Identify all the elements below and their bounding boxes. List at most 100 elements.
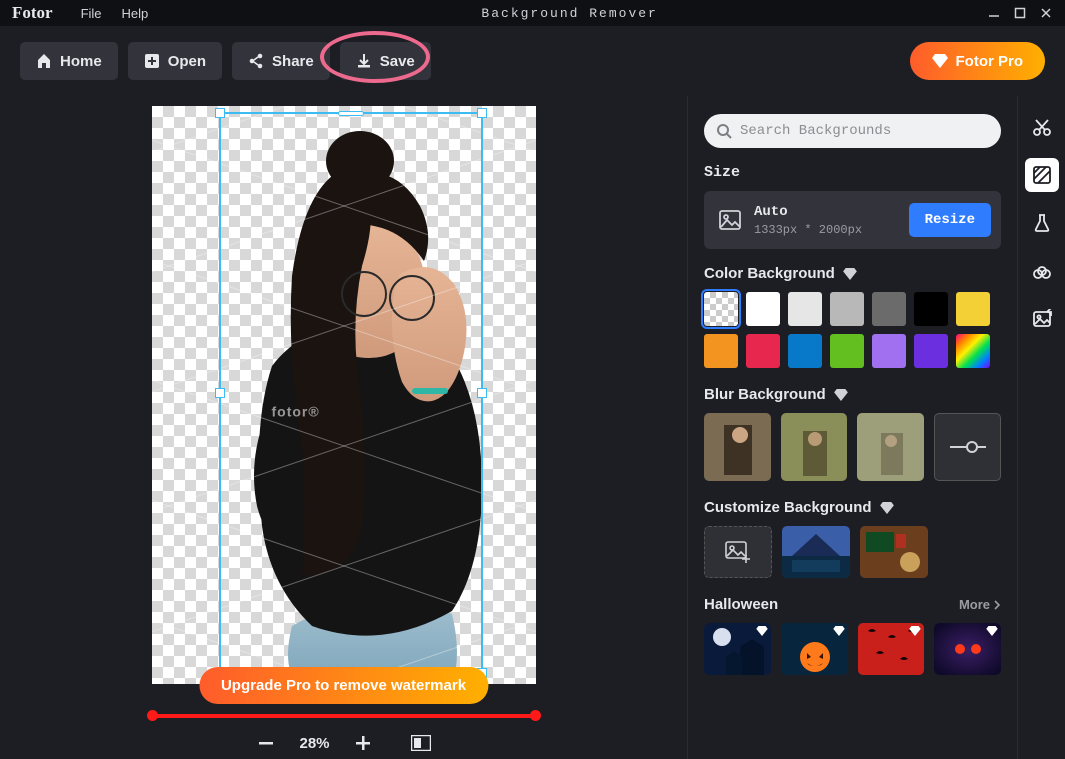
diamond-icon [986,626,998,636]
diamond-icon [880,502,894,514]
blur-thumb-3[interactable] [857,413,924,481]
red-slider[interactable] [152,714,536,718]
handle-mid-left[interactable] [215,388,225,398]
blur-bg-title: Blur Background [704,386,1001,403]
pro-label: Fotor Pro [956,53,1024,70]
size-auto-label: Auto [754,204,862,220]
maximize-button[interactable] [1007,3,1033,23]
home-button[interactable]: Home [20,42,118,80]
diamond-icon [932,54,948,68]
custom-bg-title: Customize Background [704,499,1001,516]
canvas[interactable]: fotor® Upgrade Pro to remove watermark [152,106,536,684]
handle-top-left[interactable] [215,108,225,118]
download-icon [356,53,372,69]
brand-logo: Fotor [12,3,53,23]
diamond-icon [843,268,857,280]
blur-custom-button[interactable] [934,413,1001,481]
swatch-purple[interactable] [914,334,948,368]
halloween-thumb-3[interactable] [858,623,925,675]
search-field-wrap [704,114,1001,148]
diamond-icon [833,626,845,636]
halloween-thumb-2[interactable] [781,623,848,675]
resize-button[interactable]: Resize [909,203,991,237]
swatch-blue[interactable] [788,334,822,368]
fit-screen-button[interactable] [410,732,432,754]
swatch-black[interactable] [914,292,948,326]
fotor-pro-button[interactable]: Fotor Pro [910,42,1046,80]
handle-mid-right[interactable] [477,388,487,398]
selection-box[interactable] [219,112,483,674]
size-section-title: Size [704,164,1001,181]
more-button[interactable]: More [959,597,1001,612]
minimize-button[interactable] [981,3,1007,23]
handle-top-right[interactable] [477,108,487,118]
zoom-in-button[interactable] [352,732,374,754]
adjust-tool-button[interactable] [1025,254,1059,288]
image-plus-icon [725,541,751,563]
beaker-tool-button[interactable] [1025,206,1059,240]
home-icon [36,53,52,69]
halloween-title: Halloween More [704,596,1001,613]
halloween-thumb-4[interactable] [934,623,1001,675]
swatch-orange[interactable] [704,334,738,368]
cut-tool-button[interactable] [1025,110,1059,144]
swatch-darkgray[interactable] [872,292,906,326]
background-tool-button[interactable] [1025,158,1059,192]
swatch-lavender[interactable] [872,334,906,368]
swatch-rainbow[interactable] [956,334,990,368]
size-dimensions: 1333px * 2000px [754,223,862,237]
diamond-icon [909,626,921,636]
swatch-green[interactable] [830,334,864,368]
open-label: Open [168,53,206,70]
export-tool-button[interactable] [1025,302,1059,336]
swatch-white[interactable] [746,292,780,326]
swatch-red[interactable] [746,334,780,368]
search-input[interactable] [704,114,1001,148]
zoom-out-button[interactable] [255,732,277,754]
right-panel: Size Auto 1333px * 2000px Resize Color B… [687,96,1017,759]
toolbar: Home Open Share Save Fotor Pro [0,26,1065,96]
blur-thumb-1[interactable] [704,413,771,481]
swatch-yellow[interactable] [956,292,990,326]
search-icon [716,123,732,139]
swatch-lightgray[interactable] [788,292,822,326]
size-card: Auto 1333px * 2000px Resize [704,191,1001,249]
image-icon [718,208,742,232]
menu-help[interactable]: Help [112,6,159,21]
slider-icon [950,440,986,454]
home-label: Home [60,53,102,70]
menu-file[interactable]: File [71,6,112,21]
close-button[interactable] [1033,3,1059,23]
open-button[interactable]: Open [128,42,222,80]
diamond-icon [834,389,848,401]
upgrade-pro-pill[interactable]: Upgrade Pro to remove watermark [199,667,488,704]
diamond-icon [756,626,768,636]
canvas-area: fotor® Upgrade Pro to remove watermark 2… [0,96,687,759]
slider-handle-right[interactable] [530,710,541,721]
add-custom-bg-button[interactable] [704,526,772,578]
color-swatches [704,292,1001,368]
right-tool-strip [1017,96,1065,759]
swatch-gray[interactable] [830,292,864,326]
app-title: Background Remover [158,6,981,21]
halloween-thumbs [704,623,1001,675]
zoom-bar: 28% [255,732,431,754]
save-button[interactable]: Save [340,42,431,80]
swatch-transparent[interactable] [704,292,738,326]
slider-handle-left[interactable] [147,710,158,721]
share-icon [248,53,264,69]
custom-bg-thumb-2[interactable] [860,526,928,578]
zoom-value: 28% [299,735,329,752]
rotate-handle[interactable] [338,111,364,116]
plus-square-icon [144,53,160,69]
blur-thumbs [704,413,1001,481]
custom-thumbs [704,526,1001,578]
custom-bg-thumb-1[interactable] [782,526,850,578]
halloween-thumb-1[interactable] [704,623,771,675]
color-bg-title: Color Background [704,265,1001,282]
title-bar: Fotor File Help Background Remover [0,0,1065,26]
share-label: Share [272,53,314,70]
save-label: Save [380,53,415,70]
share-button[interactable]: Share [232,42,330,80]
blur-thumb-2[interactable] [781,413,848,481]
